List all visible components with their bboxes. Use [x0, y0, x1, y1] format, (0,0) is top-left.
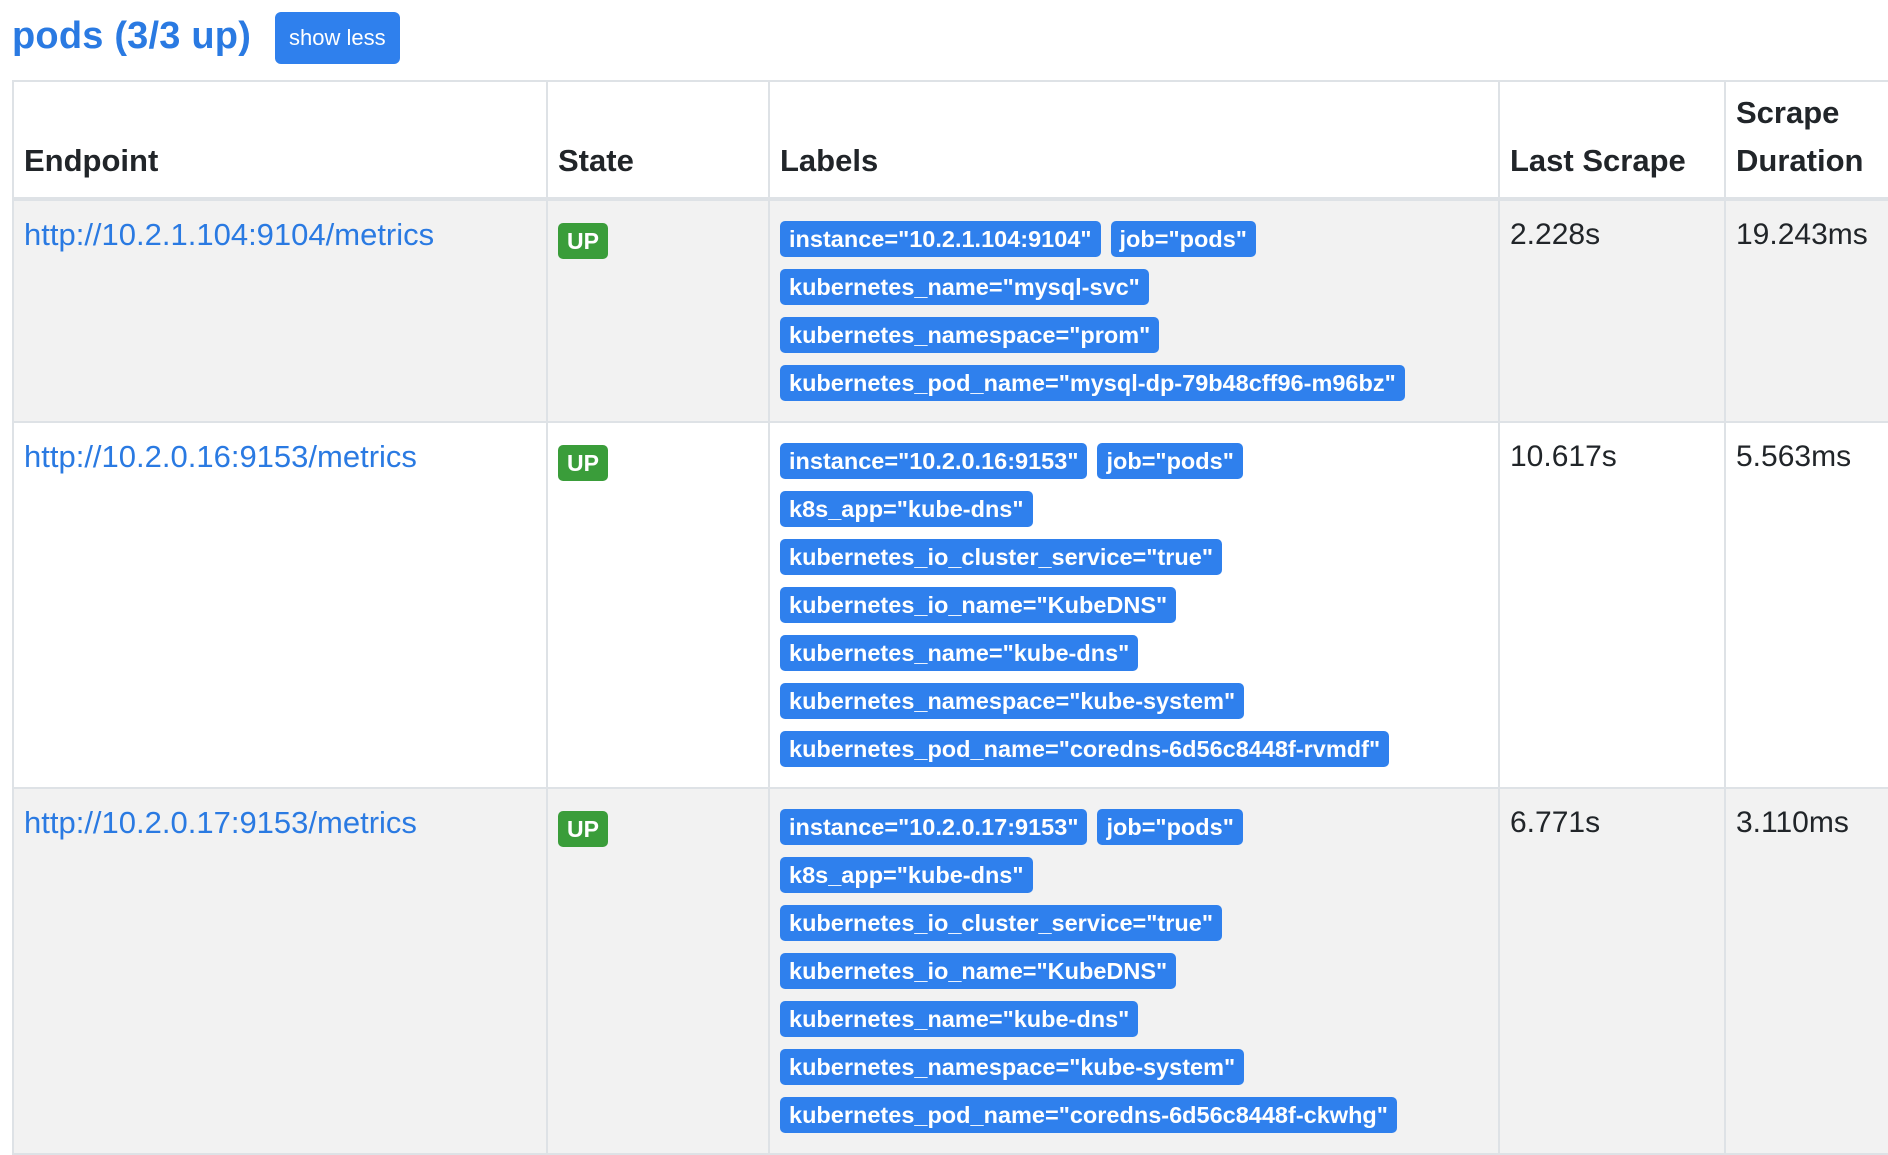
last-scrape-cell: 2.228s — [1498, 198, 1726, 423]
table-header-row: Endpoint State Labels Last Scrape Scrape… — [12, 80, 1888, 201]
state-cell: UP — [546, 787, 770, 1155]
scrape-duration-cell: 5.563ms — [1724, 421, 1888, 789]
last-scrape-cell: 6.771s — [1498, 787, 1726, 1155]
label-badge: kubernetes_io_name="KubeDNS" — [780, 953, 1177, 989]
job-header: pods (3/3 up) show less — [12, 8, 400, 64]
last-scrape-value: 2.228s — [1510, 218, 1601, 251]
label-badge: job="pods" — [1097, 809, 1243, 845]
label-badge: kubernetes_pod_name="coredns-6d56c8448f-… — [780, 1097, 1397, 1133]
label-badge: instance="10.2.1.104:9104" — [780, 221, 1101, 257]
labels-cell: instance="10.2.0.16:9153" job="pods" k8s… — [768, 421, 1500, 789]
show-less-button[interactable]: show less — [275, 12, 400, 64]
last-scrape-value: 10.617s — [1510, 440, 1617, 473]
targets-table: Endpoint State Labels Last Scrape Scrape… — [12, 80, 1888, 1155]
scrape-duration-value: 19.243ms — [1736, 218, 1868, 251]
table-row: http://10.2.1.104:9104/metrics UP instan… — [12, 198, 1888, 423]
label-badge: kubernetes_io_cluster_service="true" — [780, 539, 1222, 575]
scrape-duration-value: 5.563ms — [1736, 440, 1852, 473]
labels-cell: instance="10.2.0.17:9153" job="pods" k8s… — [768, 787, 1500, 1155]
last-scrape-value: 6.771s — [1510, 806, 1601, 839]
state-badge: UP — [558, 223, 608, 259]
labels-cell: instance="10.2.1.104:9104" job="pods" ku… — [768, 198, 1500, 423]
endpoint-cell: http://10.2.0.16:9153/metrics — [12, 421, 548, 789]
endpoint-link[interactable]: http://10.2.0.16:9153/metrics — [24, 437, 536, 477]
endpoint-cell: http://10.2.1.104:9104/metrics — [12, 198, 548, 423]
label-badge: kubernetes_name="mysql-svc" — [780, 269, 1149, 305]
label-badge: job="pods" — [1110, 221, 1256, 257]
label-badge: kubernetes_name="kube-dns" — [780, 635, 1139, 671]
label-badge: kubernetes_pod_name="coredns-6d56c8448f-… — [780, 731, 1390, 767]
state-cell: UP — [546, 198, 770, 423]
header-endpoint: Endpoint — [12, 80, 548, 201]
scrape-duration-cell: 19.243ms — [1724, 198, 1888, 423]
label-badge: instance="10.2.0.17:9153" — [780, 809, 1088, 845]
header-scrape-duration-line2: Duration — [1736, 143, 1864, 178]
label-badge: instance="10.2.0.16:9153" — [780, 443, 1088, 479]
header-scrape-duration-line1: Scrape — [1736, 95, 1840, 130]
label-badge: kubernetes_pod_name="mysql-dp-79b48cff96… — [780, 365, 1405, 401]
endpoint-link[interactable]: http://10.2.1.104:9104/metrics — [24, 215, 536, 255]
scrape-duration-cell: 3.110ms — [1724, 787, 1888, 1155]
header-last-scrape: Last Scrape — [1498, 80, 1726, 201]
label-badge: k8s_app="kube-dns" — [780, 857, 1033, 893]
header-labels: Labels — [768, 80, 1500, 201]
label-badge: kubernetes_namespace="prom" — [780, 317, 1160, 353]
state-cell: UP — [546, 421, 770, 789]
endpoint-cell: http://10.2.0.17:9153/metrics — [12, 787, 548, 1155]
label-badge: k8s_app="kube-dns" — [780, 491, 1033, 527]
label-badge: kubernetes_name="kube-dns" — [780, 1001, 1139, 1037]
state-badge: UP — [558, 445, 608, 481]
table-row: http://10.2.0.17:9153/metrics UP instanc… — [12, 787, 1888, 1155]
last-scrape-cell: 10.617s — [1498, 421, 1726, 789]
label-badge: kubernetes_io_cluster_service="true" — [780, 905, 1222, 941]
label-badge: kubernetes_namespace="kube-system" — [780, 1049, 1245, 1085]
endpoint-link[interactable]: http://10.2.0.17:9153/metrics — [24, 803, 536, 843]
scrape-duration-value: 3.110ms — [1736, 806, 1849, 839]
header-scrape-duration: Scrape Duration — [1724, 80, 1888, 201]
label-badge: kubernetes_namespace="kube-system" — [780, 683, 1245, 719]
label-badge: kubernetes_io_name="KubeDNS" — [780, 587, 1177, 623]
label-badge: job="pods" — [1097, 443, 1243, 479]
header-state: State — [546, 80, 770, 201]
job-title-link[interactable]: pods (3/3 up) — [12, 15, 251, 58]
table-row: http://10.2.0.16:9153/metrics UP instanc… — [12, 421, 1888, 789]
state-badge: UP — [558, 811, 608, 847]
